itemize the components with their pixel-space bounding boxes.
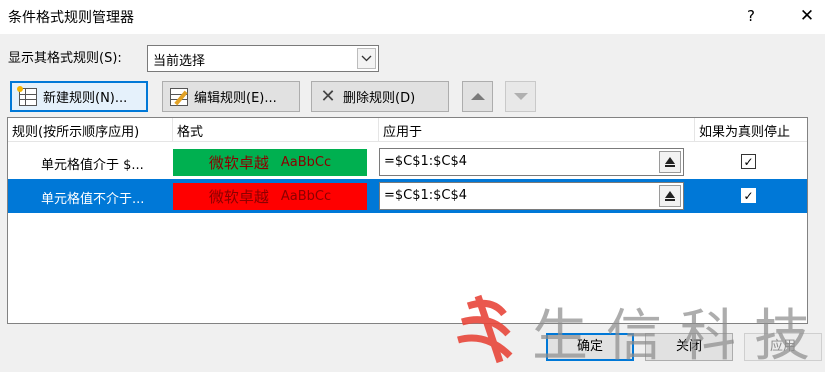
new-rule-button[interactable]: 新建规则(N)...: [10, 81, 148, 112]
ok-button[interactable]: 确定: [546, 333, 634, 361]
applies-to-value: =$C$1:$C$4: [384, 154, 468, 169]
edit-rule-icon: [170, 87, 188, 106]
show-rules-label: 显示其格式规则(S):: [8, 51, 122, 66]
range-picker-icon[interactable]: [659, 151, 681, 173]
delete-rule-button[interactable]: ✕ 删除规则(D): [311, 81, 449, 112]
move-up-button[interactable]: [462, 81, 493, 112]
delete-x-icon: ✕: [320, 85, 336, 107]
delete-rule-label: 删除规则(D): [343, 91, 416, 106]
stop-if-true-checkbox[interactable]: ✓: [741, 188, 756, 203]
range-picker-icon[interactable]: [659, 185, 681, 207]
applies-to-value: =$C$1:$C$4: [384, 188, 468, 203]
applies-to-field[interactable]: =$C$1:$C$4: [379, 148, 684, 176]
rule-row-selected[interactable]: 单元格值不介于... 微软卓越 AaBbCc =$C$1:$C$4 ✓: [8, 179, 807, 213]
format-preview-text: 微软卓越: [208, 154, 269, 172]
close-button[interactable]: 关闭: [645, 333, 733, 361]
window-title: 条件格式规则管理器: [8, 10, 134, 26]
show-rules-value: 当前选择: [153, 54, 206, 69]
new-rule-icon: [17, 85, 37, 106]
edit-rule-button[interactable]: 编辑规则(E)...: [162, 81, 300, 112]
format-preview-text: 微软卓越: [208, 188, 269, 206]
stop-if-true-checkbox[interactable]: ✓: [741, 154, 756, 169]
rules-list: 规则(按所示顺序应用) 格式 应用于 如果为真则停止 单元格值介于 $... 微…: [7, 117, 808, 324]
edit-rule-label: 编辑规则(E)...: [194, 91, 277, 106]
chevron-down-icon[interactable]: [357, 48, 376, 69]
new-rule-label: 新建规则(N)...: [43, 91, 128, 106]
rule-row[interactable]: 单元格值介于 $... 微软卓越 AaBbCc =$C$1:$C$4 ✓: [8, 145, 807, 179]
format-preview: 微软卓越 AaBbCc: [173, 183, 367, 210]
applies-to-field[interactable]: =$C$1:$C$4: [379, 182, 684, 210]
move-down-button[interactable]: [505, 81, 536, 112]
close-icon[interactable]: ✕: [792, 2, 822, 30]
arrow-up-icon: [470, 93, 485, 100]
header-format: 格式: [173, 118, 379, 142]
rule-description: 单元格值介于 $...: [41, 158, 144, 173]
apply-button[interactable]: 应用: [744, 333, 822, 361]
rule-description: 单元格值不介于...: [41, 192, 145, 207]
header-stop-if-true: 如果为真则停止: [695, 118, 807, 142]
format-preview-sample: AaBbCc: [280, 155, 332, 170]
header-rule: 规则(按所示顺序应用): [8, 118, 173, 142]
format-preview-sample: AaBbCc: [280, 189, 332, 204]
arrow-down-icon: [513, 93, 528, 100]
title-bar: 条件格式规则管理器 ? ✕: [0, 0, 825, 34]
show-rules-dropdown[interactable]: 当前选择: [147, 45, 379, 72]
header-applies-to: 应用于: [379, 118, 695, 142]
help-button[interactable]: ?: [737, 2, 765, 30]
format-preview: 微软卓越 AaBbCc: [173, 149, 367, 176]
